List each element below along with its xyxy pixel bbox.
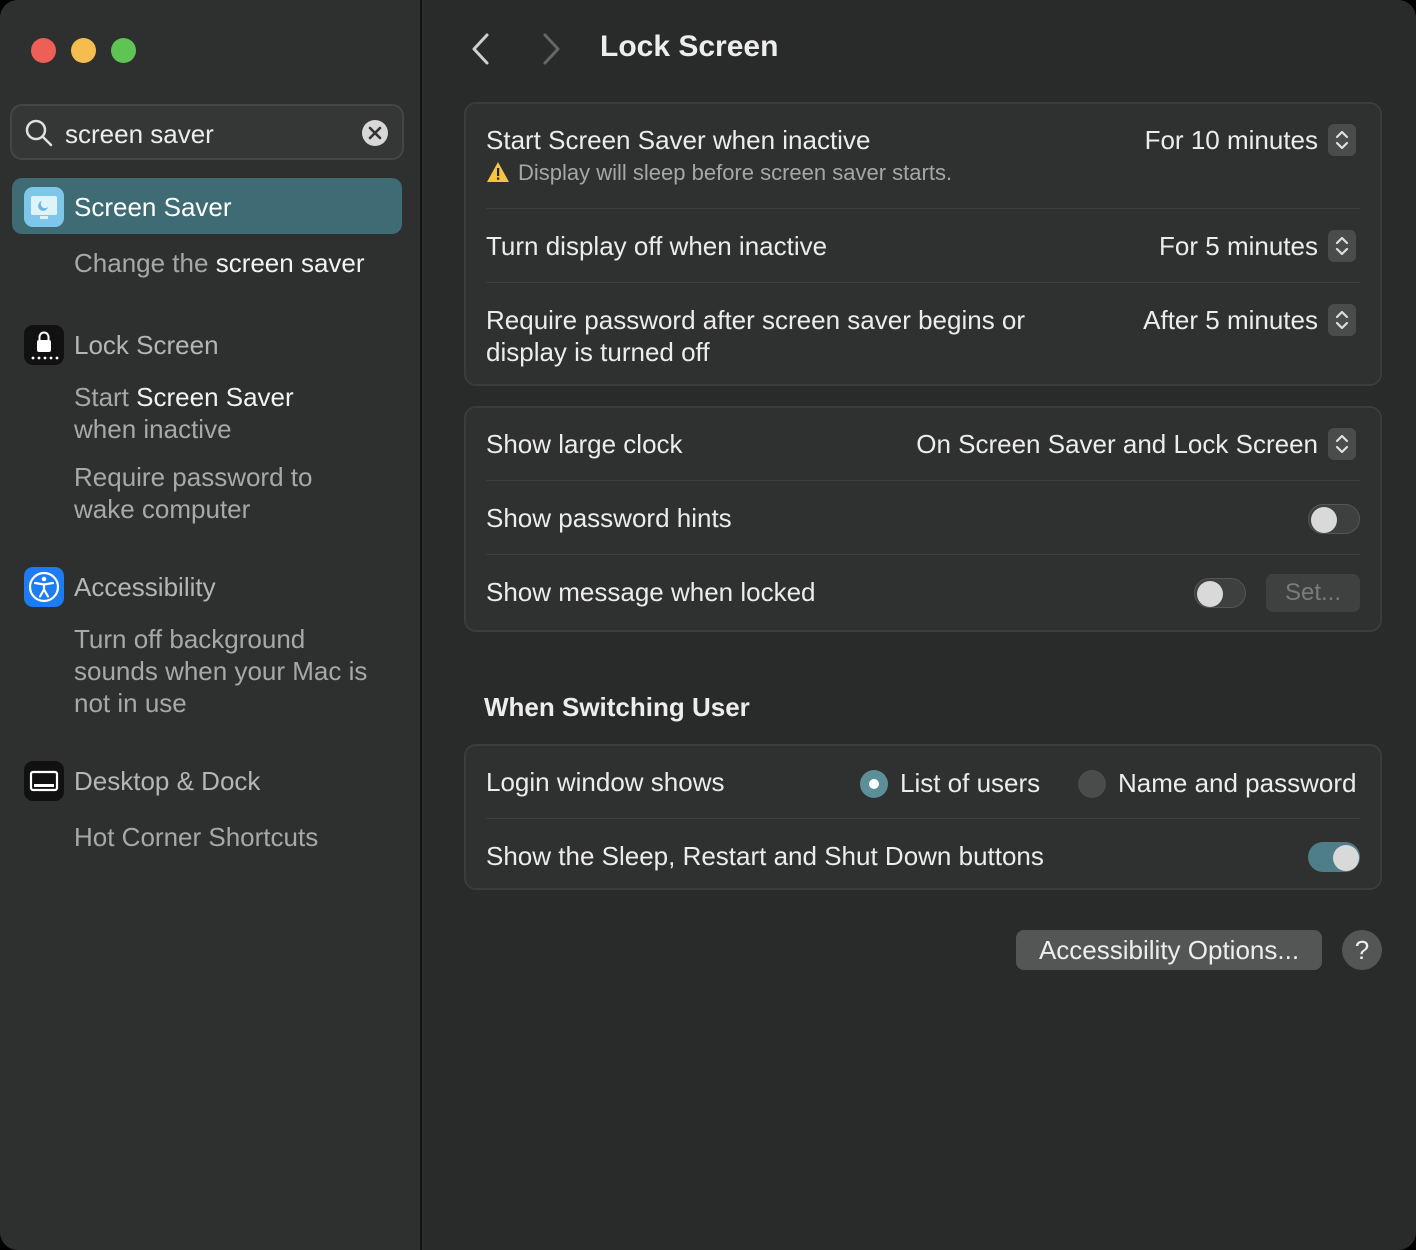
result-text: when inactive [74, 414, 232, 444]
radio-label: Name and password [1118, 768, 1357, 798]
chevron-up-down-icon [1328, 428, 1356, 460]
back-chevron-icon[interactable] [468, 32, 494, 66]
result-hot-corners[interactable]: Hot Corner Shortcuts [74, 821, 318, 853]
desktop-dock-icon [24, 761, 64, 801]
large-clock-label: Show large clock [486, 429, 683, 459]
accessibility-icon [24, 567, 64, 607]
sidebar: screen saver Screen Saver Change the scr… [0, 0, 422, 1250]
result-text: sounds when your Mac is [74, 656, 368, 686]
switching-user-group: Login window shows List of users Name an… [464, 744, 1382, 890]
main-content: Lock Screen Start Screen Saver when inac… [424, 0, 1416, 1250]
password-hints-toggle[interactable] [1308, 504, 1360, 534]
sleep-buttons-toggle[interactable] [1308, 842, 1360, 872]
result-start-screen-saver[interactable]: Start Screen Saver when inactive [74, 381, 294, 445]
switching-user-heading: When Switching User [484, 692, 750, 722]
close-window-button[interactable] [31, 38, 56, 63]
radio-label: List of users [900, 768, 1041, 798]
warning-note: Display will sleep before screen saver s… [486, 160, 952, 186]
display-off-popup[interactable]: For 5 minutes [1159, 230, 1356, 262]
popup-value: For 5 minutes [1159, 230, 1318, 261]
search-field[interactable]: screen saver [10, 104, 404, 160]
result-highlight: Screen Saver [136, 382, 294, 412]
sidebar-item-label: Screen Saver [74, 192, 232, 222]
divider [486, 282, 1360, 283]
warning-icon [487, 162, 509, 182]
password-hints-label: Show password hints [486, 503, 732, 533]
chevron-up-down-icon [1328, 124, 1356, 156]
label-line: display is turned off [486, 337, 710, 367]
forward-chevron-icon[interactable] [538, 32, 564, 66]
system-settings-window: screen saver Screen Saver Change the scr… [0, 0, 1416, 1250]
divider [486, 480, 1360, 481]
chevron-up-down-icon [1328, 304, 1356, 336]
divider [486, 554, 1360, 555]
sidebar-item-lock-screen[interactable]: Lock Screen [74, 330, 219, 361]
radio-selected-icon [860, 769, 888, 798]
result-background-sounds[interactable]: Turn off background sounds when your Mac… [74, 623, 367, 719]
sidebar-item-desktop-dock[interactable]: Desktop & Dock [74, 766, 260, 797]
start-screen-saver-popup[interactable]: For 10 minutes [1145, 124, 1356, 156]
require-password-popup[interactable]: After 5 minutes [1143, 304, 1356, 336]
minimize-window-button[interactable] [71, 38, 96, 63]
popup-value: After 5 minutes [1143, 304, 1318, 335]
result-highlight: screen saver [215, 248, 365, 278]
divider [486, 208, 1360, 209]
result-change-screen-saver[interactable]: Change the screen saver [74, 247, 365, 279]
result-text: Change the [74, 248, 209, 278]
label-line: Require password after screen saver begi… [486, 305, 1026, 335]
sleep-buttons-label: Show the Sleep, Restart and Shut Down bu… [486, 841, 1044, 871]
zoom-window-button[interactable] [111, 38, 136, 63]
set-message-button[interactable]: Set... [1266, 574, 1360, 612]
radio-unselected-icon [1078, 769, 1106, 798]
login-window-label: Login window shows [486, 767, 725, 797]
result-text: Start [74, 382, 129, 412]
display-off-label: Turn display off when inactive [486, 231, 828, 261]
help-button[interactable]: ? [1342, 930, 1382, 970]
screen-saver-settings-group: Start Screen Saver when inactive Display… [464, 102, 1382, 386]
require-password-label: Require password after screen saver begi… [486, 304, 1025, 368]
warning-text: Display will sleep before screen saver s… [518, 160, 953, 185]
clear-search-icon[interactable] [362, 120, 388, 146]
radio-list-of-users[interactable]: List of users [860, 768, 1040, 799]
result-text: Require password to [74, 462, 313, 492]
result-text: Turn off background [74, 624, 306, 654]
message-locked-toggle[interactable] [1194, 578, 1246, 608]
radio-name-and-password[interactable]: Name and password [1078, 768, 1356, 799]
result-text: wake computer [74, 494, 251, 524]
search-icon [25, 119, 53, 147]
message-locked-label: Show message when locked [486, 577, 816, 607]
lock-icon [24, 325, 64, 365]
search-input[interactable]: screen saver [65, 119, 214, 150]
start-screen-saver-label: Start Screen Saver when inactive [486, 125, 871, 155]
chevron-up-down-icon [1328, 230, 1356, 262]
sidebar-item-accessibility[interactable]: Accessibility [74, 572, 216, 603]
accessibility-options-button[interactable]: Accessibility Options... [1016, 930, 1322, 970]
screen-saver-icon [24, 187, 64, 227]
result-require-password[interactable]: Require password to wake computer [74, 461, 312, 525]
divider [486, 818, 1360, 819]
result-text: not in use [74, 688, 187, 718]
popup-value: On Screen Saver and Lock Screen [916, 428, 1318, 459]
large-clock-popup[interactable]: On Screen Saver and Lock Screen [916, 428, 1356, 460]
page-title: Lock Screen [600, 30, 779, 63]
popup-value: For 10 minutes [1144, 124, 1318, 155]
clock-hints-group: Show large clock On Screen Saver and Loc… [464, 406, 1382, 632]
